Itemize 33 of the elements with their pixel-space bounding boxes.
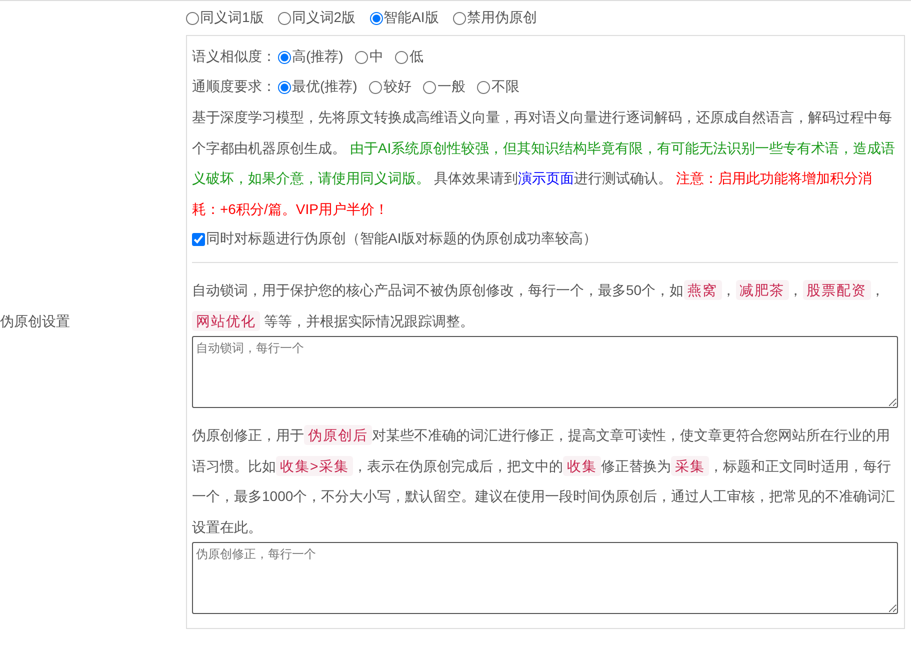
radio-button[interactable] [477, 80, 490, 94]
radio-button[interactable] [395, 50, 408, 64]
radio-button[interactable] [452, 12, 466, 24]
radio-option[interactable]: 最优(推荐) [278, 78, 358, 96]
radio-option[interactable]: 禁用伪原创 [452, 9, 537, 27]
radio-button[interactable] [370, 12, 383, 24]
radio-option[interactable]: 高(推荐) [278, 48, 344, 66]
radio-button[interactable] [278, 12, 291, 24]
radio-option[interactable]: 同义词2版 [278, 9, 356, 27]
radio-button[interactable] [278, 80, 291, 94]
radio-option[interactable]: 低 [395, 48, 424, 66]
radio-option[interactable]: 不限 [477, 78, 520, 96]
radio-option[interactable]: 一般 [423, 78, 466, 96]
radio-option[interactable]: 中 [355, 48, 384, 66]
radio-option[interactable]: 较好 [369, 78, 412, 96]
radio-button[interactable] [369, 80, 382, 94]
correction-field[interactable]: 伪原创修正，每行一个 [192, 542, 898, 614]
option-label: 语义相似度： [192, 48, 276, 66]
lock-words-field[interactable]: 自动锁词，每行一个 [192, 336, 898, 408]
description-text: 伪原创修正，用于 伪原创后 对某些不准确的词汇进行修正，提高文章可读性，使文章更符合您网站所在行业的用语习惯。比如 收集>采集 ，表示在伪原创完成后，把文中的 收集 修正替换为 采集 ，标题和正文同时适用，每行一个，最多1000个，不分大小写，默认留空。建议在使用一段时间伪原创后，通过人工审核，把常见的不准确词汇设置在此。 [192, 424, 896, 536]
radio-button[interactable] [355, 50, 368, 64]
radio-button[interactable] [186, 12, 199, 24]
radio-button[interactable] [278, 50, 291, 64]
checkbox[interactable] [192, 232, 205, 246]
option-label: 通顺度要求： [192, 78, 276, 96]
demo-page-link[interactable]: 演示页面 [518, 170, 574, 186]
section-label: 伪原创设置 [0, 313, 71, 331]
description-text: 自动锁词，用于保护您的核心产品词不被伪原创修改，每行一个，最多50个，如 燕窝 ， 减肥茶 ， 股票配资 ， 网站优化 等等，并根据实际情况跟踪调整。 [192, 279, 886, 332]
description-text: 基于深度学习模型，先将原文转换成高维语义向量，再对语义向量进行逐词解码，还原成自然语言，解码过程中每个字都由机器原创生成。 由于AI系统原创性较强，但其知识结构毕竟有限，有可能无法识别一些专有术语，造成语义破坏，如果介意，请使用同义词版。 具体效果请到演示页面进行测试确认。 注意：启用此功能将增加积分消耗：+6积分/篇。VIP用户半价！ [192, 108, 896, 218]
radio-button[interactable] [423, 80, 436, 94]
radio-option[interactable]: 同义词1版 [186, 9, 264, 27]
radio-option[interactable]: 智能AI版 [370, 9, 439, 27]
title-checkbox[interactable]: 同时对标题进行伪原创（智能AI版对标题的伪原创成功率较高） [192, 230, 598, 248]
